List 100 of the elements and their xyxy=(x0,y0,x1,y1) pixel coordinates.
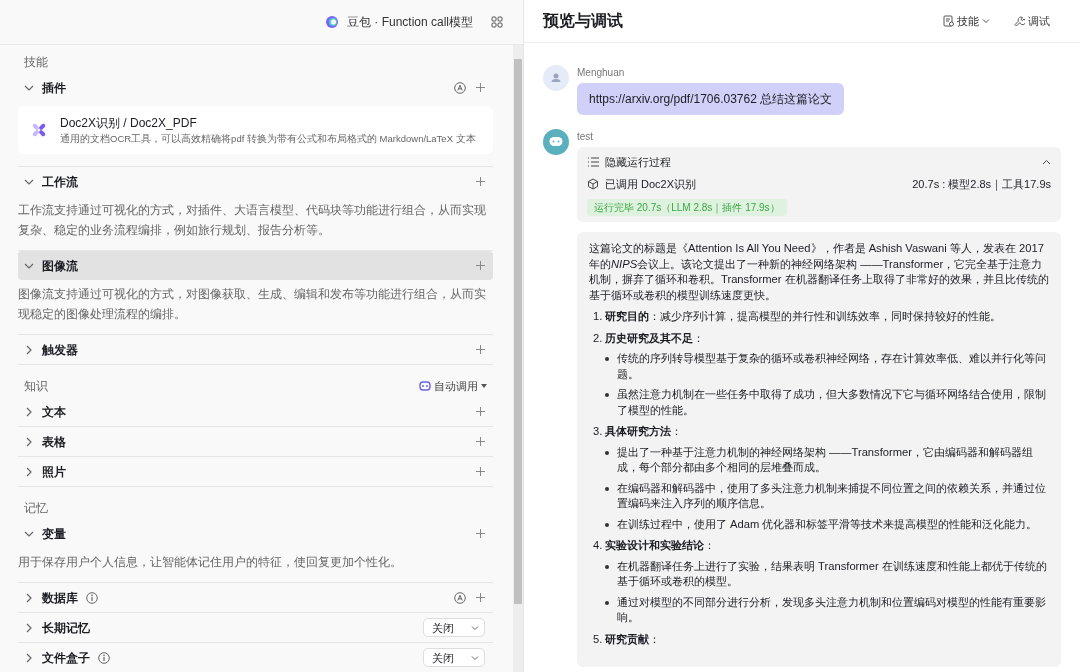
list-item: 具体研究方法： xyxy=(605,424,683,439)
bullet-icon xyxy=(605,486,609,491)
chevron-icon[interactable] xyxy=(24,652,34,663)
plugin-card[interactable]: Doc2X识别 / Doc2X_PDF 通用的文档OCR工具，可以高效精确将pdf 转换为带有公式和布局格式的 Markdown/LaTeX 文本 xyxy=(18,106,493,155)
bullet-item: 提出了一种基于注意力机制的神经网络架构 ——Transformer，它由编码器和解码器组成，每个部分都由多个相同的层堆叠而成。 xyxy=(617,444,1034,475)
answer-paragraph: 这篇论文的标题是《Attention Is All You Need》，作者是 Ashish Vaswani 等人，发表在 2017 年的NIPS会议上。该论文提出了一种新的神经网络架构 ——Transformer，它完全基于注意力机制，摒弃了循环和卷积。Transformer 在机器翻译任务上取得了非常好的效果，并且比传统的基于循环或卷积的模型训练速度更快。 xyxy=(589,241,1049,303)
plugin-name: Doc2X识别 / Doc2X_PDF xyxy=(60,115,198,132)
status-badge: 运行完毕 20.7s（LLM 2.8s｜插件 17.9s） xyxy=(587,199,787,216)
list-item: 实验设计和实验结论： xyxy=(605,538,716,553)
section-title: 表格 xyxy=(42,433,66,451)
section-header[interactable]: 表格 xyxy=(18,427,493,457)
scrollbar[interactable] xyxy=(513,45,523,672)
section-title: 数据库 xyxy=(42,589,78,607)
plus-icon[interactable] xyxy=(476,83,485,92)
caret-icon xyxy=(481,384,487,389)
section-header[interactable]: 文件盒子 关闭 xyxy=(18,643,493,672)
sender-name: Menghuan xyxy=(577,66,626,80)
section-header[interactable]: 插件 xyxy=(18,73,493,102)
cube-icon xyxy=(587,178,599,190)
chevron-icon[interactable] xyxy=(24,436,34,447)
process-toggle[interactable]: 隐藏运行过程 xyxy=(605,153,671,171)
plus-icon[interactable] xyxy=(476,593,485,603)
chevron-icon[interactable] xyxy=(24,344,34,355)
list-number: 5. xyxy=(593,631,603,647)
model-name[interactable]: 豆包 · Function call模型 xyxy=(346,13,473,31)
plus-icon[interactable] xyxy=(476,437,485,447)
list-item: 历史研究及其不足： xyxy=(605,330,705,346)
document-icon xyxy=(943,15,954,27)
bullet-item: 在训练过程中，使用了 Adam 优化器和标签平滑等技术来提高模型的性能和泛化能力。 xyxy=(617,516,1038,532)
chevron-icon[interactable] xyxy=(24,622,34,633)
section-title: 照片 xyxy=(42,463,66,481)
robot-icon xyxy=(419,381,431,392)
bullet-icon xyxy=(605,393,609,397)
bullet-item: 虽然注意力机制在一些任务中取得了成功，但大多数情况下它与循环网络结合使用，限制了模型的性能。 xyxy=(617,387,1047,418)
section-header[interactable]: 工作流 xyxy=(18,167,493,197)
list-number: 3. xyxy=(593,424,603,439)
chevron-icon xyxy=(471,653,479,662)
off-select[interactable]: 关闭 xyxy=(423,618,485,638)
section-title: 文本 xyxy=(42,403,66,421)
auto-icon[interactable] xyxy=(454,81,466,94)
list-number: 1. xyxy=(593,309,603,324)
section-title: 图像流 xyxy=(42,257,78,275)
auto-icon[interactable] xyxy=(454,591,466,604)
section-header[interactable]: 长期记忆 关闭 xyxy=(18,613,493,643)
plus-icon[interactable] xyxy=(476,345,485,355)
tool-call: 已调用 Doc2X识别 xyxy=(605,176,697,192)
plus-icon[interactable] xyxy=(476,407,485,417)
plus-icon[interactable] xyxy=(476,177,485,187)
chevron-icon[interactable] xyxy=(24,466,34,477)
bullet-icon xyxy=(605,450,609,455)
debug-button[interactable]: 调试 xyxy=(1006,12,1058,30)
section-header[interactable]: 变量 xyxy=(18,519,493,549)
skills-dropdown[interactable]: 技能 xyxy=(935,12,998,30)
section-description: 图像流支持通过可视化的方式，对图像获取、生成、编辑和发布等功能进行组合，从而实现稳定的图像处理流程的编排。 xyxy=(18,286,487,324)
plus-icon[interactable] xyxy=(476,529,485,539)
bullet-icon xyxy=(605,600,609,605)
message-bubble: https://arxiv.org/pdf/1706.03762 总结这篇论文 xyxy=(577,83,845,115)
bullet-icon xyxy=(605,357,609,361)
list-number: 4. xyxy=(593,538,603,553)
section-header[interactable]: 数据库 xyxy=(18,583,493,613)
chevron-icon xyxy=(982,17,990,25)
user-avatar xyxy=(543,65,569,91)
section-title: 长期记忆 xyxy=(42,619,90,637)
list-item: 研究贡献： xyxy=(605,631,661,647)
auto-call-dropdown[interactable]: 自动调用 xyxy=(419,378,487,395)
bullet-item: 通过对模型的不同部分进行分析，发现多头注意力机制和位置编码对模型的性能有重要影响。 xyxy=(617,594,1047,625)
section-title: 插件 xyxy=(42,79,66,97)
section-header[interactable]: 图像流 xyxy=(18,251,493,281)
plugin-description: 通用的文档OCR工具，可以高效精确将pdf 转换为带有公式和布局格式的 Markdown/LaTeX 文本 xyxy=(60,132,476,146)
chevron-icon xyxy=(471,623,479,632)
bullet-item: 传统的序列转导模型基于复杂的循环或卷积神经网络，存在计算效率低、难以并行化等问题。 xyxy=(617,351,1047,382)
chevron-icon[interactable] xyxy=(24,592,34,603)
bullet-item: 在编码器和解码器中，使用了多头注意力机制来捕捉不同位置之间的依赖关系，并通过位置编码来注入序列的顺序信息。 xyxy=(617,480,1047,511)
group-label: 知识 xyxy=(24,378,48,396)
grid-icon[interactable] xyxy=(491,16,503,28)
section-header[interactable]: 触发器 xyxy=(18,335,493,365)
sender-name: test xyxy=(577,130,595,144)
timing-text: 20.7s : 模型2.8s｜工具17.9s xyxy=(912,176,1051,193)
chevron-icon[interactable] xyxy=(24,406,34,417)
off-select[interactable]: 关闭 xyxy=(423,648,485,668)
panel-title: 预览与调试 xyxy=(543,11,623,31)
section-title: 工作流 xyxy=(42,173,78,191)
list-item: 研究目的：减少序列计算，提高模型的并行性和训练效率，同时保持较好的性能。 xyxy=(605,309,1002,324)
plus-icon[interactable] xyxy=(476,261,485,271)
section-description: 工作流支持通过可视化的方式，对插件、大语言模型、代码块等功能进行组合，从而实现复杂、稳定的业务流程编排，例如旅行规划、报告分析等。 xyxy=(18,202,487,240)
plus-icon[interactable] xyxy=(476,467,485,477)
section-title: 触发器 xyxy=(42,341,78,359)
wrench-icon xyxy=(1014,15,1025,27)
chevron-icon[interactable] xyxy=(1042,157,1051,167)
group-label: 技能 xyxy=(24,54,48,71)
bullet-item: 在机器翻译任务上进行了实验，结果表明 Transformer 在训练速度和性能上都优于传统的基于循环或卷积的模型。 xyxy=(617,558,1048,589)
section-header[interactable]: 文本 xyxy=(18,397,493,427)
list-icon xyxy=(587,157,599,167)
logo-icon xyxy=(324,15,339,29)
bullet-icon xyxy=(605,522,609,527)
section-title: 文件盒子 xyxy=(42,649,90,667)
list-number: 2. xyxy=(593,330,603,346)
section-header[interactable]: 照片 xyxy=(18,457,493,487)
section-description: 用于保存用户个人信息，让智能体记住用户的特征，使回复更加个性化。 xyxy=(18,554,403,572)
bullet-icon xyxy=(605,564,609,569)
